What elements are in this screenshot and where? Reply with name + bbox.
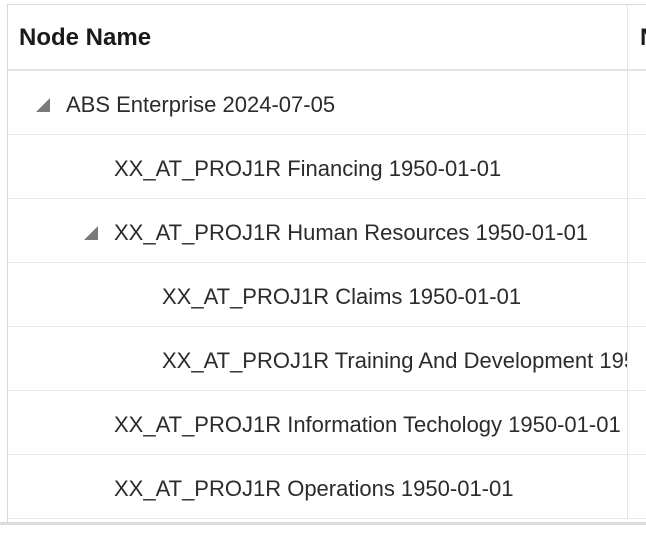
node-name-text: ABS Enterprise 2024-07-05 [66,92,336,117]
node-name-text: XX_AT_PROJ1R Information Techology 1950-… [114,412,621,437]
node-name-header-label: Node Name [19,24,152,51]
node-name-text: XX_AT_PROJ1R Claims 1950-01-01 [162,284,522,309]
node-name-cell[interactable]: XX_AT_PROJ1R Training And Development 19… [8,327,628,391]
table-header-row: Node Name N [8,5,646,71]
node-name-cell[interactable]: ABS Enterprise 2024-07-05 [8,71,628,135]
node-name-column-header[interactable]: Node Name [8,5,628,69]
table-row[interactable]: XX_AT_PROJ1R Human Resources 1950-01-01 [8,199,646,263]
node-tree-table: Node Name N ABS Enterprise 2024-07-05 XX… [0,0,646,534]
expanded-triangle-icon[interactable] [36,98,50,112]
table-frame: Node Name N ABS Enterprise 2024-07-05 XX… [7,4,646,524]
node-name-cell[interactable]: XX_AT_PROJ1R Financing 1950-01-01 [8,135,628,199]
table-row[interactable]: XX_AT_PROJ1R Claims 1950-01-01 [8,263,646,327]
next-column-header-fragment[interactable]: N [640,24,646,52]
table-bottom-border [0,522,646,525]
node-name-text: XX_AT_PROJ1R Operations 1950-01-01 [114,476,514,501]
table-row[interactable]: XX_AT_PROJ1R Operations 1950-01-01 [8,455,646,519]
table-row[interactable]: XX_AT_PROJ1R Information Techology 1950-… [8,391,646,455]
table-row[interactable]: XX_AT_PROJ1R Training And Development 19… [8,327,646,391]
table-row[interactable]: XX_AT_PROJ1R Financing 1950-01-01 [8,135,646,199]
table-row[interactable]: ABS Enterprise 2024-07-05 [8,71,646,135]
node-name-cell[interactable]: XX_AT_PROJ1R Human Resources 1950-01-01 [8,199,628,263]
node-name-text: XX_AT_PROJ1R Training And Development 19… [162,348,627,373]
table-body: ABS Enterprise 2024-07-05 XX_AT_PROJ1R F… [8,71,646,519]
node-name-text: XX_AT_PROJ1R Financing 1950-01-01 [114,156,502,181]
node-name-text: XX_AT_PROJ1R Human Resources 1950-01-01 [114,220,589,245]
node-name-cell[interactable]: XX_AT_PROJ1R Claims 1950-01-01 [8,263,628,327]
node-name-cell[interactable]: XX_AT_PROJ1R Information Techology 1950-… [8,391,628,455]
expanded-triangle-icon[interactable] [84,226,98,240]
node-name-cell[interactable]: XX_AT_PROJ1R Operations 1950-01-01 [8,455,628,519]
